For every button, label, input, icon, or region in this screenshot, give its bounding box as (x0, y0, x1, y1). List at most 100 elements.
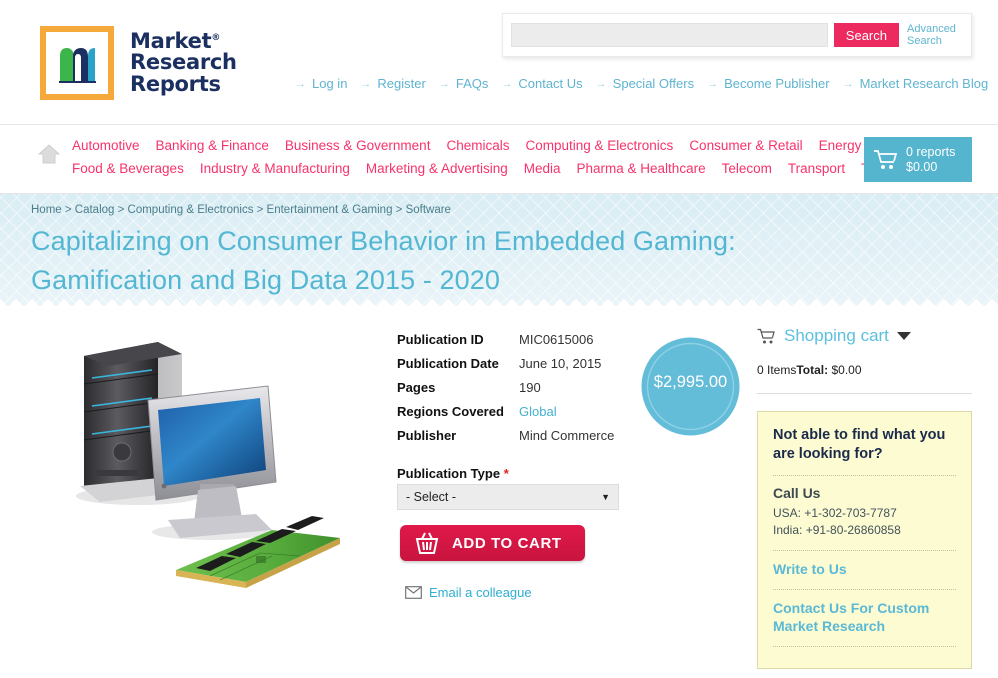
email-a-colleague-label: Email a colleague (429, 585, 532, 600)
nav-item-banking-finance[interactable]: Banking & Finance (156, 138, 269, 153)
detail-label: Publication Date (397, 356, 499, 371)
shopping-cart-items: 0 Items (757, 363, 797, 377)
phone-usa: USA: +1-302-703-7787 (773, 506, 897, 520)
arrow-icon: → (842, 77, 854, 90)
top-link-label: Contact Us (518, 76, 583, 91)
nav-item-business-government[interactable]: Business & Government (285, 138, 431, 153)
divider (773, 646, 956, 647)
publication-type-select[interactable]: - Select - ▼ (397, 484, 619, 510)
basket-icon (415, 532, 439, 554)
top-link-label: Log in (312, 76, 348, 91)
shopping-cart-header[interactable]: Shopping cart (757, 326, 972, 346)
detail-label: Pages (397, 380, 436, 395)
logo-line-2: Research (130, 50, 237, 75)
shopping-cart-total-value: $0.00 (831, 363, 862, 377)
nav-item-automotive[interactable]: Automotive (72, 138, 140, 153)
publication-type-selected-value: - Select - (406, 490, 457, 504)
home-icon[interactable] (37, 143, 61, 170)
detail-value-publication-id: MIC0615006 (519, 332, 594, 347)
arrow-icon: → (438, 77, 450, 90)
required-asterisk-icon: * (503, 466, 509, 481)
top-link-faqs[interactable]: → FAQs (439, 76, 489, 91)
shopping-cart-title: Shopping cart (784, 326, 889, 345)
call-us-heading: Call Us (773, 485, 821, 501)
custom-research-link[interactable]: Contact Us For Custom Market Research (773, 599, 956, 635)
page-title: Capitalizing on Consumer Behavior in Emb… (31, 226, 736, 295)
divider (773, 475, 956, 476)
detail-value-publisher: Mind Commerce (519, 428, 615, 443)
site-header: Market® Research Reports Search Advanced… (0, 0, 998, 124)
nav-item-industry-manufacturing[interactable]: Industry & Manufacturing (200, 161, 350, 176)
page-banner: Home > Catalog > Computing & Electronics… (0, 194, 998, 306)
nav-item-computing-electronics[interactable]: Computing & Electronics (525, 138, 673, 153)
logo-wordmark: Market® Research Reports (130, 28, 237, 96)
category-nav-row-1: Automotive Banking & Finance Business & … (72, 138, 921, 153)
add-to-cart-button[interactable]: ADD TO CART (400, 525, 585, 561)
envelope-icon (405, 586, 422, 599)
detail-label: Publisher (397, 428, 457, 443)
detail-value-pages: 190 (519, 380, 541, 395)
top-link-contact-us[interactable]: → Contact Us (501, 76, 582, 91)
mini-cart-text: 0 reports $0.00 (906, 145, 955, 175)
site-logo[interactable]: Market® Research Reports (40, 26, 237, 100)
logo-mark-icon (40, 26, 114, 100)
detail-value-publication-date: June 10, 2015 (519, 356, 602, 371)
banner-inner: Home > Catalog > Computing & Electronics… (0, 194, 998, 300)
publication-type-label-text: Publication Type (397, 466, 501, 481)
nav-item-marketing-advertising[interactable]: Marketing & Advertising (366, 161, 508, 176)
advanced-search-link[interactable]: Advanced Search (907, 23, 963, 47)
top-link-blog[interactable]: → Market Research Blog (843, 76, 989, 91)
cart-icon (874, 149, 898, 169)
detail-label: Publication ID (397, 332, 484, 347)
nav-item-telecom[interactable]: Telecom (722, 161, 772, 176)
logo-line-1: Market (130, 28, 212, 53)
top-link-special-offers[interactable]: → Special Offers (596, 76, 694, 91)
category-nav-rows: Automotive Banking & Finance Business & … (72, 138, 959, 184)
search-input[interactable] (511, 23, 828, 47)
help-box: Not able to find what you are looking fo… (757, 411, 972, 669)
cart-icon (757, 328, 775, 343)
banner-zigzag-edge (0, 294, 998, 306)
nav-item-media[interactable]: Media (524, 161, 561, 176)
top-link-label: Market Research Blog (859, 76, 989, 91)
main-content: Publication ID MIC0615006 Publication Da… (0, 306, 998, 678)
nav-item-pharma-healthcare[interactable]: Pharma & Healthcare (577, 161, 706, 176)
shopping-cart-total-label: Total: (796, 363, 829, 377)
mini-cart-count: 0 reports (906, 144, 956, 159)
search-panel: Search Advanced Search (502, 13, 972, 57)
top-link-become-publisher[interactable]: → Become Publisher (707, 76, 830, 91)
search-button[interactable]: Search (833, 23, 899, 47)
mini-cart-amount: $0.00 (906, 159, 938, 174)
registered-mark-icon: ® (211, 32, 221, 43)
write-to-us-link[interactable]: Write to Us (773, 560, 956, 578)
top-link-label: Register (377, 76, 426, 91)
top-link-login[interactable]: → Log in (295, 76, 347, 91)
email-a-colleague-link[interactable]: Email a colleague (405, 585, 532, 600)
top-link-register[interactable]: → Register (360, 76, 425, 91)
arrow-icon: → (707, 77, 719, 90)
nav-item-chemicals[interactable]: Chemicals (446, 138, 509, 153)
detail-row: Pages 190 (397, 380, 614, 395)
nav-item-transport[interactable]: Transport (788, 161, 845, 176)
top-utility-links: → Log in → Register → FAQs → Contact Us → Spe… (295, 76, 988, 91)
phone-india: India: +91-80-26860858 (773, 523, 901, 537)
divider (757, 393, 972, 394)
arrow-icon: → (595, 77, 607, 90)
chevron-down-icon (896, 332, 911, 340)
detail-row: Publication ID MIC0615006 (397, 332, 614, 347)
breadcrumb[interactable]: Home > Catalog > Computing & Electronics… (31, 204, 998, 216)
price-badge: $2,995.00 (641, 337, 740, 436)
logo-line-3: Reports (130, 71, 221, 96)
mini-cart-widget[interactable]: 0 reports $0.00 (864, 137, 972, 182)
page-root: Market® Research Reports Search Advanced… (0, 0, 998, 678)
product-image (60, 324, 360, 599)
detail-value-regions-covered[interactable]: Global (519, 404, 557, 419)
category-nav: Automotive Banking & Finance Business & … (0, 124, 998, 194)
detail-row: Publication Date June 10, 2015 (397, 356, 614, 371)
nav-item-consumer-retail[interactable]: Consumer & Retail (689, 138, 802, 153)
top-link-label: Become Publisher (724, 76, 830, 91)
nav-item-food-beverages[interactable]: Food & Beverages (72, 161, 184, 176)
help-box-title: Not able to find what you are looking fo… (773, 427, 946, 462)
top-link-label: FAQs (455, 76, 489, 91)
chevron-down-icon: ▼ (601, 492, 610, 502)
